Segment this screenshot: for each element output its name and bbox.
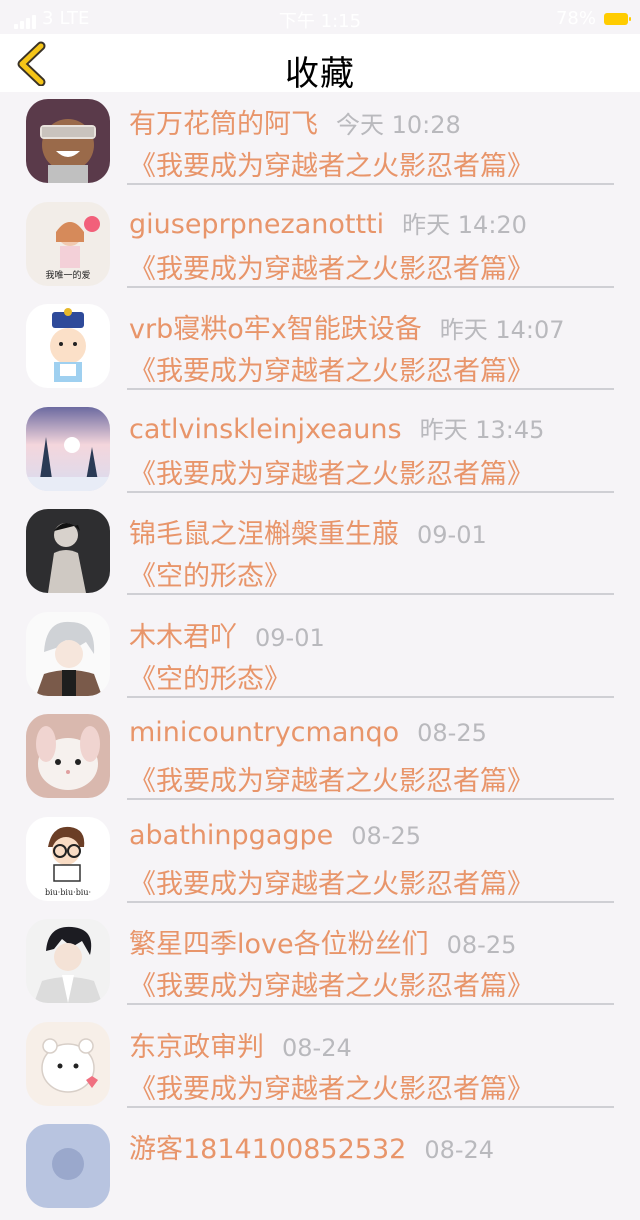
divider	[127, 490, 614, 493]
work-title[interactable]: 《我要成为穿越者之火影忍者篇》	[129, 144, 534, 183]
work-title[interactable]: 《我要成为穿越者之火影忍者篇》	[129, 452, 534, 491]
work-title[interactable]: 《我要成为穿越者之火影忍者篇》	[129, 759, 534, 798]
timestamp: 09-01	[255, 623, 325, 652]
timestamp: 08-25	[417, 719, 487, 747]
work-title[interactable]: 《我要成为穿越者之火影忍者篇》	[129, 247, 534, 286]
nav-bar: 收藏	[0, 34, 640, 94]
user-name: catlvinskleinjxeauns	[129, 413, 402, 445]
item-title-line: 木木君吖 09-01	[129, 615, 325, 654]
timestamp: 今天 10:28	[336, 111, 461, 139]
list-item[interactable]: minicountrycmanqo 08-25 《我要成为穿越者之火影忍者篇》	[0, 707, 640, 810]
avatar	[26, 714, 110, 798]
divider	[127, 593, 614, 595]
work-title[interactable]: 《我要成为穿越者之火影忍者篇》	[129, 964, 534, 1003]
item-title-line: 游客1814100852532 08-24	[129, 1127, 494, 1166]
timestamp: 08-25	[446, 931, 517, 959]
status-right: 78%	[555, 8, 631, 29]
divider	[127, 388, 614, 390]
divider	[127, 695, 614, 698]
avatar-caption: biu·biu·biu·	[45, 888, 91, 897]
list-item[interactable]: 锦毛鼠之涅槲槃重生菔 09-01 《空的形态》	[0, 502, 640, 605]
avatar	[26, 1124, 110, 1208]
item-title-line: vrb寝粠o牢x智能趺设备 昨天 14:07	[129, 307, 565, 346]
timestamp: 昨天 14:20	[402, 210, 527, 239]
user-name: abathinpgagpe	[129, 819, 334, 851]
avatar	[26, 509, 110, 593]
avatar-caption: 我唯一的爱	[45, 269, 90, 281]
user-name: 东京政审判	[129, 1031, 264, 1063]
avatar	[26, 1021, 110, 1106]
favorites-list: 有万花筒的阿飞 今天 10:28 《我要成为穿越者之火影忍者篇》 我唯一的爱 gi…	[0, 92, 640, 1220]
battery-percent: 78%	[555, 8, 596, 29]
avatar	[26, 919, 110, 1003]
status-time: 下午 1:15	[278, 11, 362, 32]
list-item[interactable]: 东京政审判 08-24 《我要成为穿越者之火影忍者篇》	[0, 1015, 640, 1118]
divider	[127, 183, 614, 185]
avatar	[26, 99, 110, 183]
item-title-line: minicountrycmanqo 08-25	[129, 717, 487, 748]
avatar: biu·biu·biu·	[26, 816, 110, 901]
list-item[interactable]: 游客1814100852532 08-24	[0, 1117, 640, 1220]
work-title[interactable]: 《空的形态》	[129, 554, 291, 593]
item-title-line: giuseprpnezanottti 昨天 14:20	[129, 205, 527, 240]
divider	[127, 798, 614, 800]
work-title[interactable]: 《空的形态》	[129, 657, 291, 696]
timestamp: 昨天 14:07	[439, 316, 565, 344]
divider	[127, 1003, 614, 1005]
divider	[127, 285, 614, 288]
list-item[interactable]: catlvinskleinjxeauns 昨天 13:45 《我要成为穿越者之火影…	[0, 400, 640, 503]
user-name: 有万花筒的阿飞	[129, 109, 318, 140]
list-item[interactable]: vrb寝粠o牢x智能趺设备 昨天 14:07 《我要成为穿越者之火影忍者篇》	[0, 297, 640, 400]
page-title: 收藏	[285, 54, 355, 94]
timestamp: 昨天 13:45	[419, 415, 545, 444]
avatar	[26, 304, 110, 388]
item-title-line: 锦毛鼠之涅槲槃重生菔 09-01	[129, 512, 487, 551]
user-name: 木木君吖	[129, 621, 237, 653]
user-name: minicountrycmanqo	[129, 717, 400, 748]
user-name: 锦毛鼠之涅槲槃重生菔	[129, 519, 399, 550]
user-name: giuseprpnezanottti	[129, 208, 385, 240]
list-item[interactable]: 我唯一的爱 giuseprpnezanottti 昨天 14:20 《我要成为穿越…	[0, 195, 640, 298]
timestamp: 08-24	[424, 1136, 495, 1164]
item-title-line: abathinpgagpe 08-25	[129, 820, 421, 851]
user-name: 繁星四季love各位粉丝们	[129, 929, 429, 960]
avatar	[26, 406, 110, 491]
avatar	[26, 611, 110, 696]
avatar: 我唯一的爱	[26, 201, 110, 286]
timestamp: 08-25	[351, 821, 422, 850]
item-title-line: 有万花筒的阿飞 今天 10:28	[129, 102, 461, 141]
item-title-line: 繁星四季love各位粉丝们 08-25	[129, 922, 516, 961]
list-item[interactable]: 木木君吖 09-01 《空的形态》	[0, 605, 640, 708]
item-title-line: catlvinskleinjxeauns 昨天 13:45	[129, 410, 544, 445]
timestamp: 08-24	[282, 1033, 352, 1062]
list-item[interactable]: biu·biu·biu· abathinpgagpe 08-25 《我要成为穿越者…	[0, 810, 640, 913]
status-bar: 3 LTE 下午 1:15 78%	[0, 0, 640, 34]
battery-icon	[604, 12, 631, 25]
work-title[interactable]: 《我要成为穿越者之火影忍者篇》	[129, 1067, 534, 1106]
work-title[interactable]: 《我要成为穿越者之火影忍者篇》	[129, 349, 534, 388]
divider	[127, 1105, 614, 1108]
item-title-line: 东京政审判 08-24	[129, 1025, 352, 1064]
list-item[interactable]: 有万花筒的阿飞 今天 10:28 《我要成为穿越者之火影忍者篇》	[0, 92, 640, 195]
divider	[127, 900, 614, 903]
user-name: vrb寝粠o牢x智能趺设备	[129, 314, 422, 345]
list-item[interactable]: 繁星四季love各位粉丝们 08-25 《我要成为穿越者之火影忍者篇》	[0, 912, 640, 1015]
work-title[interactable]: 《我要成为穿越者之火影忍者篇》	[129, 862, 534, 901]
timestamp: 09-01	[417, 521, 487, 549]
